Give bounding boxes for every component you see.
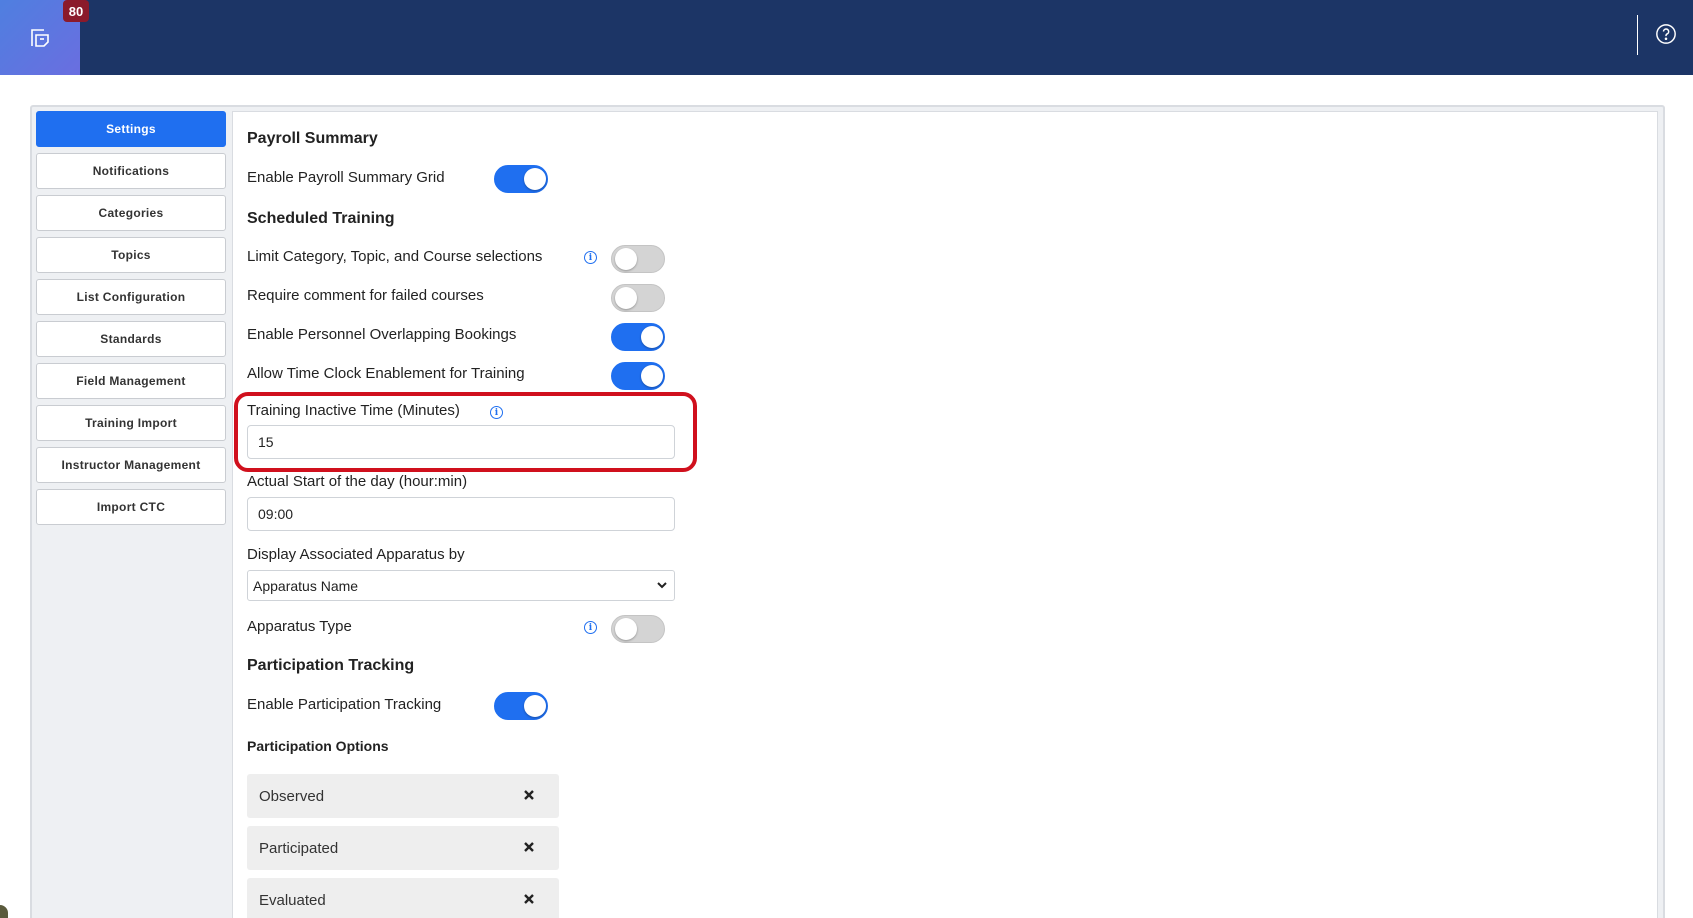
info-icon[interactable]: i	[584, 251, 597, 264]
time-clock-enablement-toggle[interactable]	[611, 362, 665, 390]
sidebar-item-categories[interactable]: Categories	[36, 195, 226, 231]
sidebar-item-instructor-management[interactable]: Instructor Management	[36, 447, 226, 483]
close-icon[interactable]	[521, 839, 537, 855]
limit-selections-label: Limit Category, Topic, and Course select…	[247, 248, 543, 265]
sidebar-item-standards[interactable]: Standards	[36, 321, 226, 357]
participation-option-label: Observed	[259, 787, 325, 805]
page-margin	[0, 75, 30, 918]
start-of-day-label: Actual Start of the day (hour:min)	[247, 473, 468, 490]
top-bar: 80	[0, 0, 1693, 75]
payroll-summary-heading: Payroll Summary	[247, 130, 378, 147]
participation-option: Participated	[247, 826, 559, 870]
sidebar-item-list-configuration[interactable]: List Configuration	[36, 279, 226, 315]
enable-payroll-grid-label: Enable Payroll Summary Grid	[247, 169, 445, 186]
apparatus-type-label: Apparatus Type	[247, 618, 352, 635]
apparatus-display-label: Display Associated Apparatus by	[247, 546, 465, 563]
overlapping-bookings-label: Enable Personnel Overlapping Bookings	[247, 326, 517, 343]
participation-option: Evaluated	[247, 878, 559, 918]
close-icon[interactable]	[521, 891, 537, 907]
inactive-time-input[interactable]	[247, 425, 675, 459]
sidebar-item-import-ctc[interactable]: Import CTC	[36, 489, 226, 525]
enable-participation-label: Enable Participation Tracking	[247, 696, 442, 713]
close-icon[interactable]	[521, 787, 537, 803]
settings-sidebar: Settings Notifications Categories Topics…	[36, 111, 226, 531]
sidebar-item-field-management[interactable]: Field Management	[36, 363, 226, 399]
limit-selections-toggle[interactable]	[611, 245, 665, 273]
notification-badge: 80	[63, 0, 89, 22]
inactive-time-label: Training Inactive Time (Minutes)	[247, 402, 460, 419]
apparatus-type-toggle[interactable]	[611, 615, 665, 643]
topbar-divider	[1637, 15, 1638, 55]
apparatus-display-value: Apparatus Name	[253, 577, 359, 594]
participation-option-label: Evaluated	[259, 891, 326, 909]
chevron-down-icon	[657, 582, 667, 589]
participation-option: Observed	[247, 774, 559, 818]
sidebar-item-training-import[interactable]: Training Import	[36, 405, 226, 441]
toggle-knob	[641, 326, 663, 348]
sidebar-item-notifications[interactable]: Notifications	[36, 153, 226, 189]
participation-tracking-heading: Participation Tracking	[247, 657, 415, 674]
enable-participation-toggle[interactable]	[494, 692, 548, 720]
document-copy-icon	[31, 28, 49, 47]
info-icon[interactable]: i	[490, 406, 503, 419]
sidebar-item-topics[interactable]: Topics	[36, 237, 226, 273]
toggle-knob	[615, 618, 637, 640]
toggle-knob	[641, 365, 663, 387]
overlapping-bookings-toggle[interactable]	[611, 323, 665, 351]
enable-payroll-grid-toggle[interactable]	[494, 165, 548, 193]
toggle-knob	[615, 287, 637, 309]
participation-option-label: Participated	[259, 839, 339, 857]
sidebar-item-settings[interactable]: Settings	[36, 111, 226, 147]
require-comment-toggle[interactable]	[611, 284, 665, 312]
info-icon[interactable]: i	[584, 621, 597, 634]
scheduled-training-heading: Scheduled Training	[247, 210, 395, 227]
toggle-knob	[524, 695, 546, 717]
participation-options-heading: Participation Options	[247, 738, 389, 754]
toggle-knob	[524, 168, 546, 190]
settings-content-panel: Payroll Summary Enable Payroll Summary G…	[232, 111, 1658, 918]
question-circle-icon	[1656, 24, 1676, 44]
apparatus-display-select[interactable]: Apparatus Name	[247, 570, 675, 601]
start-of-day-input[interactable]	[247, 497, 675, 531]
require-comment-label: Require comment for failed courses	[247, 287, 484, 304]
time-clock-enablement-label: Allow Time Clock Enablement for Training	[247, 365, 525, 382]
toggle-knob	[615, 248, 637, 270]
help-button[interactable]	[1654, 22, 1678, 46]
